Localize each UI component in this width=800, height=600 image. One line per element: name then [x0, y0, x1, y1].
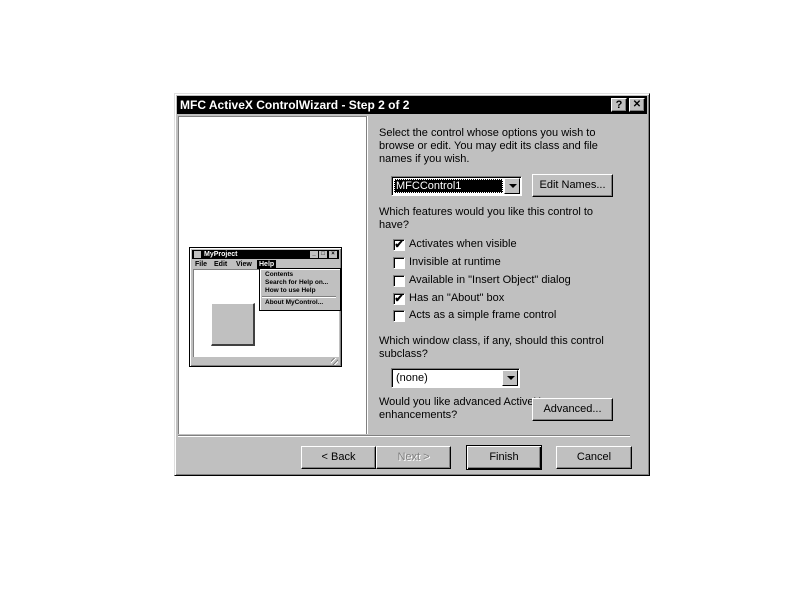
checkbox[interactable] [393, 310, 405, 322]
features-prompt: Which features would you like this contr… [379, 206, 593, 231]
preview-menu-view: View [236, 261, 252, 268]
preview-title-bar: MyProject _ □ × [192, 250, 339, 259]
advanced-button[interactable]: Advanced... [532, 398, 613, 421]
preview-title: MyProject [204, 251, 238, 258]
subclass-combo[interactable]: (none) [391, 368, 520, 388]
subclass-combo-value: (none) [396, 372, 428, 384]
back-button[interactable]: < Back [301, 446, 376, 469]
preview-status-bar [192, 358, 339, 365]
preview-help-item: How to use Help [265, 287, 316, 294]
feature-simple-frame[interactable]: Acts as a simple frame control [393, 309, 633, 324]
horizontal-divider [178, 435, 630, 437]
advanced-prompt: Would you like advanced ActiveX enhancem… [379, 396, 541, 421]
window-title: MFC ActiveX ControlWizard - Step 2 of 2 [180, 98, 410, 112]
checkbox-label: Acts as a simple frame control [409, 309, 557, 321]
checkbox-label: Available in "Insert Object" dialog [409, 274, 571, 286]
control-combo[interactable]: MFCControl1 [391, 176, 522, 196]
title-bar[interactable]: MFC ActiveX ControlWizard - Step 2 of 2 … [177, 96, 647, 114]
preview-help-item: Search for Help on... [265, 279, 329, 286]
preview-help-item: Contents [265, 271, 294, 278]
preview-close-icon: × [329, 251, 337, 258]
vertical-divider [366, 116, 368, 434]
preview-menu-edit: Edit [214, 261, 228, 268]
cancel-button[interactable]: Cancel [556, 446, 632, 469]
preview-window: MyProject _ □ × File Edit View Help Cont… [189, 247, 342, 367]
feature-about-box[interactable]: ✔ Has an "About" box [393, 292, 633, 307]
preview-app-icon [194, 251, 201, 258]
preview-size-grip-icon [331, 358, 338, 365]
preview-pane: MyProject _ □ × File Edit View Help Cont… [178, 116, 366, 434]
checkbox[interactable]: ✔ [393, 239, 405, 251]
activex-wizard-dialog: MFC ActiveX ControlWizard - Step 2 of 2 … [174, 93, 650, 476]
help-button[interactable]: ? [611, 98, 627, 112]
checkbox[interactable] [393, 275, 405, 287]
preview-menu-file: File [195, 261, 208, 268]
checkbox-label: Activates when visible [409, 238, 517, 250]
control-combo-value: MFCControl1 [394, 179, 503, 193]
next-button[interactable]: Next > [376, 446, 451, 469]
feature-invisible-at-runtime[interactable]: Invisible at runtime [393, 256, 633, 271]
checkbox[interactable] [393, 257, 405, 269]
preview-minimize-icon: _ [310, 251, 318, 258]
checkbox-label: Invisible at runtime [409, 256, 501, 268]
edit-names-button[interactable]: Edit Names... [532, 174, 613, 197]
chevron-down-icon[interactable] [504, 178, 520, 194]
control-select-prompt: Select the control whose options you wis… [379, 127, 598, 165]
feature-activates-when-visible[interactable]: ✔ Activates when visible [393, 238, 633, 253]
preview-menu-separator [262, 296, 336, 298]
close-button[interactable]: ✕ [629, 98, 645, 112]
preview-help-menu: Contents Search for Help on... How to us… [259, 268, 341, 311]
checkbox-label: Has an "About" box [409, 292, 505, 304]
feature-insert-object[interactable]: Available in "Insert Object" dialog [393, 274, 633, 289]
chevron-down-icon[interactable] [502, 370, 518, 386]
preview-about-item: About MyControl... [265, 299, 324, 306]
checkbox[interactable]: ✔ [393, 293, 405, 305]
preview-control-box [211, 303, 255, 346]
preview-maximize-icon: □ [319, 251, 327, 258]
subclass-prompt: Which window class, if any, should this … [379, 335, 604, 360]
finish-button[interactable]: Finish [466, 445, 542, 470]
